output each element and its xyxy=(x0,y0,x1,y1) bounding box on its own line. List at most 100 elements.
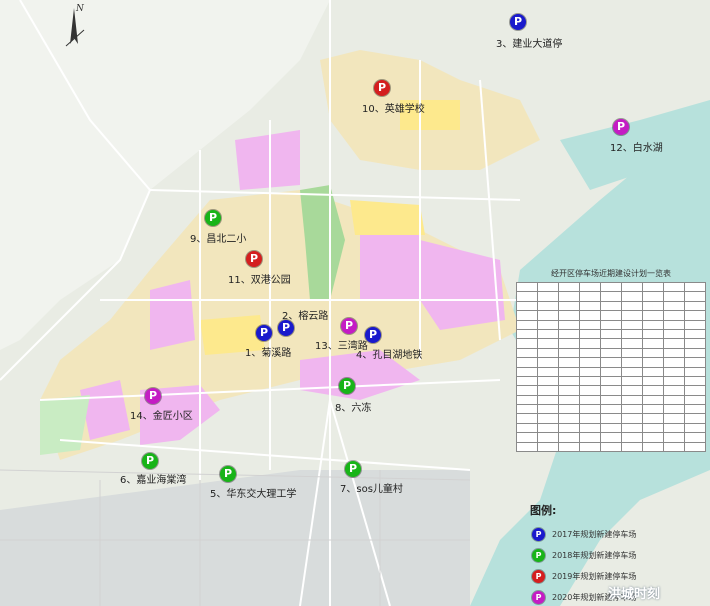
marker-6-icon[interactable]: P xyxy=(142,453,158,469)
table-cell xyxy=(621,432,643,443)
marker-13-label: 13、三湾路 xyxy=(315,341,368,352)
table-cell xyxy=(684,432,706,443)
marker-1-icon[interactable]: P xyxy=(256,325,272,341)
table-cell xyxy=(537,432,559,443)
table-cell xyxy=(537,366,559,377)
table-cell xyxy=(558,291,580,302)
table-cell xyxy=(621,422,643,434)
table-cell xyxy=(642,328,664,340)
table-cell xyxy=(600,441,622,453)
table-cell xyxy=(558,385,580,396)
table-cell xyxy=(684,375,706,387)
table-cell xyxy=(579,291,601,302)
table-cell xyxy=(663,394,685,406)
table-row xyxy=(516,310,706,321)
marker-14-label: 14、金匠小区 xyxy=(130,411,193,422)
table-cell xyxy=(621,281,643,293)
table-row xyxy=(516,300,706,312)
marker-11-label: 11、双港公园 xyxy=(228,275,291,286)
table-cell xyxy=(600,328,622,340)
table-cell xyxy=(579,300,601,312)
table-cell xyxy=(663,413,685,424)
table-cell xyxy=(600,422,622,434)
table-cell xyxy=(579,328,601,340)
table-row xyxy=(516,413,706,424)
table-cell xyxy=(516,432,538,443)
table-cell xyxy=(642,375,664,387)
table-cell xyxy=(537,394,559,406)
table-cell xyxy=(642,319,664,330)
marker-2-label: 2、榕云路 xyxy=(282,311,329,322)
table-cell xyxy=(600,338,622,349)
marker-13-icon[interactable]: P xyxy=(341,318,357,334)
table-cell xyxy=(642,347,664,359)
legend-2020-marker-icon: P xyxy=(532,591,545,604)
table-cell xyxy=(516,366,538,377)
table-cell xyxy=(600,385,622,396)
table-cell xyxy=(600,366,622,377)
table-cell xyxy=(558,357,580,368)
parking-plan-table: 经开区停车场近期建设计划一览表 xyxy=(516,268,706,453)
marker-7-icon[interactable]: P xyxy=(345,461,361,477)
marker-10-icon[interactable]: P xyxy=(374,80,390,96)
table-cell xyxy=(600,310,622,321)
table-cell xyxy=(684,394,706,406)
marker-14-icon[interactable]: P xyxy=(145,388,161,404)
table-cell xyxy=(558,328,580,340)
table-cell xyxy=(558,347,580,359)
table-cell xyxy=(621,375,643,387)
table-cell xyxy=(516,300,538,312)
table-cell xyxy=(537,319,559,330)
table-cell xyxy=(516,413,538,424)
table-cell xyxy=(642,432,664,443)
table-cell xyxy=(600,394,622,406)
table-cell xyxy=(684,357,706,368)
marker-12-icon[interactable]: P xyxy=(613,119,629,135)
marker-3-icon[interactable]: P xyxy=(510,14,526,30)
table-cell xyxy=(621,291,643,302)
table-row xyxy=(516,319,706,330)
table-cell xyxy=(642,300,664,312)
legend-2019-label: 2019年规划新建停车场 xyxy=(552,572,637,581)
table-cell xyxy=(663,328,685,340)
table-cell xyxy=(537,441,559,453)
marker-1-label: 1、菊溪路 xyxy=(245,348,292,359)
table-cell xyxy=(579,366,601,377)
table-cell xyxy=(684,338,706,349)
table-title: 经开区停车场近期建设计划一览表 xyxy=(551,269,671,278)
marker-11-icon[interactable]: P xyxy=(246,251,262,267)
table-cell xyxy=(621,366,643,377)
table-row xyxy=(516,281,706,293)
legend-2019-marker-icon: P xyxy=(532,570,545,583)
table-grid xyxy=(516,281,706,453)
table-cell xyxy=(663,366,685,377)
table-cell xyxy=(537,404,559,415)
table-cell xyxy=(558,319,580,330)
table-cell xyxy=(537,291,559,302)
table-cell xyxy=(600,300,622,312)
marker-9-icon[interactable]: P xyxy=(205,210,221,226)
table-cell xyxy=(558,366,580,377)
table-cell xyxy=(600,347,622,359)
table-cell xyxy=(537,375,559,387)
table-cell xyxy=(558,394,580,406)
table-cell xyxy=(516,328,538,340)
marker-2-icon[interactable]: P xyxy=(278,320,294,336)
table-cell xyxy=(663,347,685,359)
legend-item-2017: P 2017年规划新建停车场 xyxy=(526,526,706,547)
table-cell xyxy=(600,432,622,443)
table-cell xyxy=(558,281,580,293)
marker-12-label: 12、白水湖 xyxy=(610,143,663,154)
table-cell xyxy=(558,338,580,349)
marker-5-icon[interactable]: P xyxy=(220,466,236,482)
table-cell xyxy=(642,422,664,434)
table-cell xyxy=(642,281,664,293)
table-cell xyxy=(558,375,580,387)
table-cell xyxy=(537,328,559,340)
table-cell xyxy=(579,281,601,293)
table-cell xyxy=(537,413,559,424)
table-row xyxy=(516,432,706,443)
marker-8-icon[interactable]: P xyxy=(339,378,355,394)
table-cell xyxy=(684,347,706,359)
marker-5-label: 5、华东交大理工学 xyxy=(210,489,297,500)
